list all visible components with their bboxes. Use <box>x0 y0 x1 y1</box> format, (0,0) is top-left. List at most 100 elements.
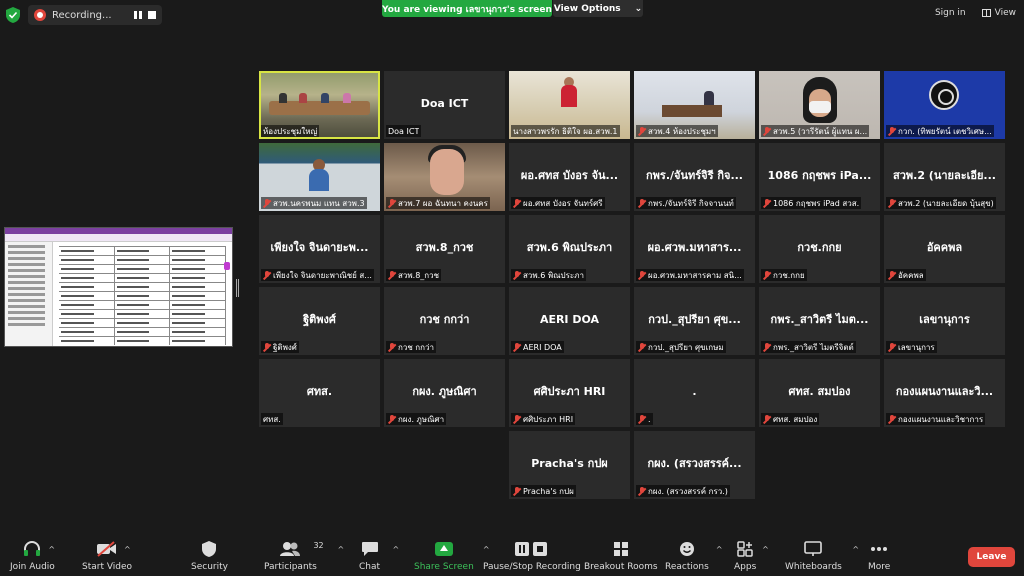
participant-label-text: นางสาวพรรัก ธิติใจ ผอ.สวพ.1 <box>513 126 618 136</box>
shared-screen-thumbnail[interactable] <box>4 227 233 347</box>
reactions-caret-icon[interactable]: ^ <box>716 545 723 554</box>
participant-name-label: AERI DOA <box>511 341 564 353</box>
shield-icon[interactable] <box>6 7 20 23</box>
stop-recording-icon[interactable] <box>147 11 156 19</box>
participant-tile[interactable]: ศทส. ศทส. <box>259 359 380 427</box>
participant-tile[interactable]: กผง. ภูษณิศา กผง. ภูษณิศา <box>384 359 505 427</box>
security-shield-icon <box>202 541 217 557</box>
participant-name-label: เลขานุการ <box>886 341 937 353</box>
participant-tile[interactable]: กพร._สาวิตรี ไมต... กพร._สาวิตรี ไมตรีจิต… <box>759 287 880 355</box>
pause-recording-icon[interactable] <box>133 11 142 19</box>
participant-tile[interactable]: ผอ.ศวพ.มหาสาร... ผอ.ศวพ.มหาสารคาม สนิ... <box>634 215 755 283</box>
share-screen-button[interactable]: ^ Share Screen <box>414 539 490 572</box>
pause-stop-recording-button[interactable]: Pause/Stop Recording <box>483 539 581 572</box>
recording-indicator: Recording... <box>28 5 162 25</box>
participant-tile[interactable]: ฐิติพงศ์ ฐิติพงศ์ <box>259 287 380 355</box>
participant-tile[interactable]: Pracha's กปผ Pracha's กปผ <box>509 431 630 499</box>
participant-tile[interactable]: กวป._สุปรียา ศุข... กวป._สุปรียา ศุขเกษม <box>634 287 755 355</box>
participant-display-name: 1086 กฤชพร iPa... <box>767 169 872 183</box>
participant-tile[interactable]: อัคคพล อัคคพล <box>884 215 1005 283</box>
participant-tile[interactable]: กวช.กกย กวช.กกย <box>759 215 880 283</box>
more-button[interactable]: More <box>868 539 890 572</box>
participants-count: 32 <box>313 541 324 550</box>
view-options-button[interactable]: View Options ⌄ <box>553 0 643 17</box>
viewing-screen-banner: You are viewing เลขานุการ's screen <box>382 0 552 17</box>
participant-tile[interactable]: สวพ.นครพนม แทน สวพ.3 <box>259 143 380 211</box>
start-video-caret-icon[interactable]: ^ <box>124 545 131 554</box>
view-button[interactable]: View <box>981 8 1016 18</box>
participant-name-label: กวป._สุปรียา ศุขเกษม <box>636 341 726 353</box>
participant-tile[interactable]: ห้องประชุมใหญ่ <box>259 71 380 139</box>
join-audio-caret-icon[interactable]: ^ <box>48 545 55 554</box>
participant-tile[interactable]: เพียงใจ จินดายะพ... เพียงใจ จินดายะพาณิชย… <box>259 215 380 283</box>
mic-muted-icon <box>388 198 396 208</box>
breakout-rooms-icon <box>613 542 628 556</box>
participant-tile[interactable]: ศศิประภา HRI ศศิประภา HRI <box>509 359 630 427</box>
mic-muted-icon <box>388 414 396 424</box>
participant-tile[interactable]: AERI DOA AERI DOA <box>509 287 630 355</box>
chat-caret-icon[interactable]: ^ <box>393 545 400 554</box>
participant-label-text: สวพ.2 (นายละเอียด บุ้นสุข) <box>898 198 994 208</box>
mic-muted-icon <box>763 342 771 352</box>
participant-label-text: สวพ.5 (วารีรัตน์ ผู้แทน ผ... <box>773 126 868 136</box>
participant-tile[interactable]: สวพ.7 ผอ ฉันทนา คงนคร <box>384 143 505 211</box>
participant-label-text: สวพ.นครพนม แทน สวพ.3 <box>273 198 365 208</box>
participant-label-text: กวป._สุปรียา ศุขเกษม <box>648 342 724 352</box>
participant-tile[interactable]: กผง. (สรวงสรรค์... กผง. (สรวงสรรค์ กรว.) <box>634 431 755 499</box>
participant-label-text: กพร._สาวิตรี ไมตรีจิตต์ <box>773 342 854 352</box>
participant-display-name: กพร./จันทร์จิรี กิจ... <box>646 169 743 183</box>
participant-name-label: เพียงใจ จินดายะพาณิชย์ ส... <box>261 269 374 281</box>
participant-name-label: สวพ.2 (นายละเอียด บุ้นสุข) <box>886 197 996 209</box>
sign-in-button[interactable]: Sign in <box>935 8 966 18</box>
participant-name-label: กวก. (ทิพยรัตน์ เตชวิเศษ... <box>886 125 994 137</box>
whiteboards-button[interactable]: ^ Whiteboards <box>785 539 859 572</box>
participants-caret-icon[interactable]: ^ <box>337 545 344 554</box>
participant-name-label: ผอ.ศทส บังอร จันทร์ศรี <box>511 197 605 209</box>
start-video-button[interactable]: ^ Start Video <box>82 539 132 572</box>
participant-tile[interactable]: .. <box>634 359 755 427</box>
start-video-label: Start Video <box>82 562 133 572</box>
participant-tile[interactable]: สวพ.5 (วารีรัตน์ ผู้แทน ผ... <box>759 71 880 139</box>
top-left-controls: Recording... <box>6 5 162 25</box>
participant-tile[interactable]: Doa ICT Doa ICT <box>384 71 505 139</box>
participant-tile[interactable]: 1086 กฤชพร iPa... 1086 กฤชพร iPad สวส. <box>759 143 880 211</box>
grid-view-icon <box>981 9 991 17</box>
participant-name-label: สวพ.7 ผอ ฉันทนา คงนคร <box>386 197 490 209</box>
participant-tile[interactable]: ผอ.ศทส บังอร จัน... ผอ.ศทส บังอร จันทร์ศร… <box>509 143 630 211</box>
participant-display-name: กองแผนงานและวิ... <box>895 385 994 399</box>
participant-tile[interactable]: สวพ.6 พิณประภา สวพ.6 พิณประภา <box>509 215 630 283</box>
participant-tile[interactable]: กองแผนงานและวิ... กองแผนงานและวิชาการ <box>884 359 1005 427</box>
security-button[interactable]: Security <box>191 539 228 572</box>
join-audio-button[interactable]: ^ Join Audio <box>10 539 55 572</box>
split-resize-handle[interactable] <box>236 279 239 297</box>
participant-label-text: Pracha's กปผ <box>523 486 574 496</box>
participant-tile[interactable]: กวช กกว่า กวช กกว่า <box>384 287 505 355</box>
participant-tile[interactable]: เลขานุการ เลขานุการ <box>884 287 1005 355</box>
recording-label: Recording... <box>52 9 112 21</box>
participant-tile[interactable]: สวพ.8_กวช สวพ.8_กวช <box>384 215 505 283</box>
participant-name-label: อัคคพล <box>886 269 926 281</box>
participant-label-text: ศทส. สมปอง <box>773 414 818 424</box>
participant-display-name: ศทส. สมปอง <box>788 385 851 399</box>
chat-button[interactable]: ^ Chat <box>359 539 399 572</box>
breakout-rooms-button[interactable]: Breakout Rooms <box>584 539 658 572</box>
participant-tile[interactable]: นางสาวพรรัก ธิติใจ ผอ.สวพ.1 <box>509 71 630 139</box>
participant-tile[interactable]: สวพ.4 ห้องประชุมฯ <box>634 71 755 139</box>
whiteboards-caret-icon[interactable]: ^ <box>852 545 859 554</box>
participants-button[interactable]: 32 ^ Participants <box>264 539 344 572</box>
reactions-button[interactable]: ^ Reactions <box>665 539 723 572</box>
participant-display-name: กผง. ภูษณิศา <box>412 385 477 399</box>
participant-tile[interactable]: สวพ.2 (นายละเอีย... สวพ.2 (นายละเอียด บุ้… <box>884 143 1005 211</box>
leave-button[interactable]: Leave <box>968 547 1015 567</box>
participant-display-name: ฐิติพงศ์ <box>303 313 336 327</box>
participant-tile[interactable]: ศทส. สมปอง ศทส. สมปอง <box>759 359 880 427</box>
share-screen-icon <box>434 542 453 556</box>
apps-caret-icon[interactable]: ^ <box>762 545 769 554</box>
participant-display-name: ศศิประภา HRI <box>533 385 606 399</box>
participant-tile[interactable]: กพร./จันทร์จิรี กิจ... กพร./จันทร์จิรี กิ… <box>634 143 755 211</box>
participant-tile[interactable]: กวก. (ทิพยรัตน์ เตชวิเศษ... <box>884 71 1005 139</box>
participant-label-text: กผง. (สรวงสรรค์ กรว.) <box>648 486 728 496</box>
pause-stop-icon <box>514 542 547 556</box>
apps-button[interactable]: ^ Apps <box>734 539 769 572</box>
mic-muted-icon <box>388 342 396 352</box>
